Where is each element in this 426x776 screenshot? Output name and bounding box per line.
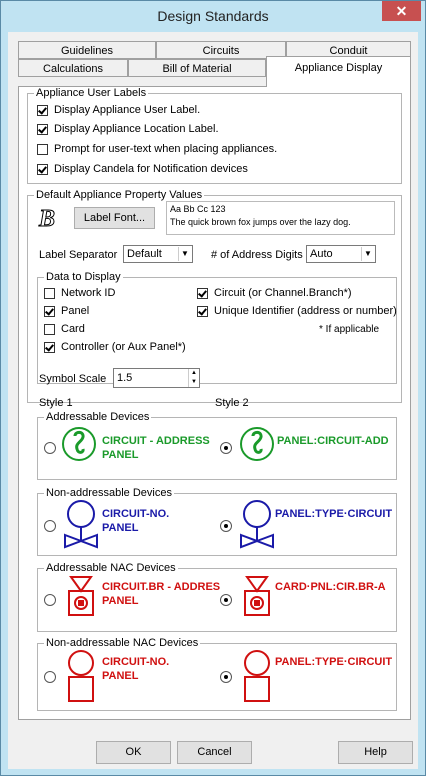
font-preview-box: Aa Bb Cc 123 The quick brown fox jumps o… (166, 201, 395, 235)
display-candela-label: Display Candela for Notification devices (54, 163, 248, 175)
addressable-nac-style1-line1: CIRCUIT.BR - ADDRES (102, 581, 221, 593)
addressable-device-style2-icon (240, 427, 274, 461)
data-display-title: Data to Display (44, 271, 123, 283)
addressable-style1-line1: CIRCUIT - ADDRESS (102, 435, 210, 447)
nonaddressable-nac-style1-radio[interactable] (44, 671, 56, 683)
style1-header: Style 1 (39, 397, 73, 409)
network-id-label: Network ID (61, 287, 116, 299)
nonaddressable-device-style2-icon (240, 500, 274, 549)
ok-button[interactable]: OK (96, 741, 171, 764)
user-labels-title: Appliance User Labels (34, 87, 149, 99)
symbol-scale-label: Symbol Scale (39, 373, 107, 385)
label-separator-select[interactable]: Default ▼ (123, 245, 193, 263)
display-user-label-checkbox[interactable] (37, 105, 48, 116)
display-user-label-label: Display Appliance User Label. (54, 104, 201, 116)
addressable-nac-title: Addressable NAC Devices (44, 562, 178, 574)
addressable-device-style1-icon (62, 427, 96, 461)
spin-down-icon[interactable]: ▼ (188, 378, 199, 387)
controller-checkbox[interactable] (44, 342, 55, 353)
dialog-window: Design Standards ✕ Guidelines Circuits C… (0, 0, 426, 776)
panel-checkbox[interactable] (44, 306, 55, 317)
panel-label: Panel (61, 305, 90, 317)
addressable-nac-style1-line2: PANEL (102, 595, 139, 607)
address-digits-label: # of Address Digits (211, 249, 303, 261)
prompt-user-text-label: Prompt for user-text when placing applia… (54, 143, 278, 155)
symbol-scale-value: 1.5 (117, 372, 133, 384)
nonaddressable-nac-style2-line1: PANEL:TYPE·CIRCUIT (275, 656, 393, 668)
label-font-button[interactable]: Label Font... (74, 207, 155, 229)
nonaddressable-style2-radio[interactable] (220, 520, 232, 532)
nonaddressable-style1-line2: PANEL (102, 522, 139, 534)
window-title: Design Standards (157, 8, 269, 24)
help-button[interactable]: Help (338, 741, 413, 764)
address-digits-value: Auto (310, 248, 333, 260)
addressable-style2-line1: PANEL:CIRCUIT-ADD (277, 435, 389, 447)
prompt-user-text-checkbox[interactable] (37, 144, 48, 155)
tab-calculations[interactable]: Calculations (18, 59, 128, 77)
tab-bill-of-material[interactable]: Bill of Material (128, 59, 266, 77)
title-bar[interactable]: Design Standards ✕ (1, 1, 425, 33)
nonaddressable-nac-title: Non-addressable NAC Devices (44, 637, 201, 649)
addressable-style1-line2: PANEL (102, 449, 139, 461)
dialog-client: Guidelines Circuits Conduit Calculations… (8, 32, 418, 769)
display-location-label-label: Display Appliance Location Label. (54, 123, 219, 135)
addressable-devices-title: Addressable Devices (44, 411, 152, 423)
addressable-nac-style1-radio[interactable] (44, 594, 56, 606)
addressable-nac-style2-radio[interactable] (220, 594, 232, 606)
unique-identifier-checkbox[interactable] (197, 306, 208, 317)
tab-appliance-display[interactable]: Appliance Display (266, 56, 411, 87)
address-digits-select[interactable]: Auto ▼ (306, 245, 376, 263)
card-label: Card (61, 323, 85, 335)
addressable-style1-radio[interactable] (44, 442, 56, 454)
nonaddressable-style2-line1: PANEL:TYPE·CIRCUIT (275, 508, 393, 520)
nonaddressable-device-style1-icon (64, 500, 98, 549)
chevron-down-icon[interactable]: ▼ (178, 247, 191, 261)
nonaddressable-nac-style2-icon (244, 650, 270, 702)
style2-header: Style 2 (215, 397, 249, 409)
cancel-button[interactable]: Cancel (177, 741, 252, 764)
font-b-icon: B (38, 206, 56, 232)
addressable-nac-style2-icon (244, 576, 270, 616)
nonaddressable-nac-style1-line2: PANEL (102, 670, 139, 682)
font-preview-line2: The quick brown fox jumps over the lazy … (170, 217, 351, 227)
svg-text:B: B (38, 206, 55, 231)
nonaddressable-nac-style1-icon (68, 650, 94, 702)
unique-identifier-label: Unique Identifier (address or number) (214, 305, 397, 317)
chevron-down-icon[interactable]: ▼ (361, 247, 374, 261)
addressable-nac-style1-icon (68, 576, 94, 616)
symbol-scale-spinner[interactable]: 1.5 ▲ ▼ (113, 368, 200, 388)
nonaddressable-style1-line1: CIRCUIT-NO. (102, 508, 170, 520)
applicable-note: * If applicable (319, 324, 380, 335)
nonaddressable-style1-radio[interactable] (44, 520, 56, 532)
nonaddressable-nac-style1-line1: CIRCUIT-NO. (102, 656, 170, 668)
label-separator-value: Default (127, 248, 162, 260)
display-candela-checkbox[interactable] (37, 164, 48, 175)
close-button[interactable]: ✕ (382, 1, 421, 21)
default-values-title: Default Appliance Property Values (34, 189, 205, 201)
appliance-display-panel: Appliance User Labels Display Appliance … (18, 86, 411, 720)
display-location-label-checkbox[interactable] (37, 124, 48, 135)
circuit-label: Circuit (or Channel.Branch*) (214, 287, 352, 299)
network-id-checkbox[interactable] (44, 288, 55, 299)
nonaddressable-devices-title: Non-addressable Devices (44, 487, 174, 499)
font-preview-line1: Aa Bb Cc 123 (170, 204, 226, 214)
tab-guidelines[interactable]: Guidelines (18, 41, 156, 59)
controller-label: Controller (or Aux Panel*) (61, 341, 186, 353)
label-separator-label: Label Separator (39, 249, 118, 261)
spin-up-icon[interactable]: ▲ (188, 369, 199, 378)
circuit-checkbox[interactable] (197, 288, 208, 299)
card-checkbox[interactable] (44, 324, 55, 335)
addressable-nac-style2-line1: CARD·PNL:CIR.BR-A (275, 581, 386, 593)
addressable-style2-radio[interactable] (220, 442, 232, 454)
nonaddressable-nac-style2-radio[interactable] (220, 671, 232, 683)
